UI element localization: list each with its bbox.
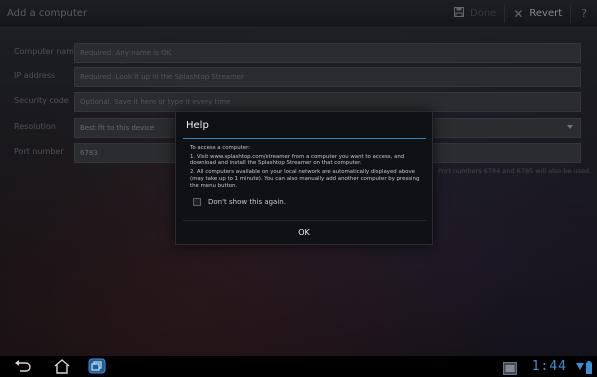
dialog-title-divider <box>183 138 426 139</box>
clock: 1:44 <box>531 359 567 374</box>
recent-apps-icon[interactable] <box>88 358 106 377</box>
dialog-step-1: 1. Visit www.splashtop.com/streamer from… <box>190 153 405 167</box>
dont-show-again-checkbox[interactable]: Don't show this again. <box>193 198 286 206</box>
dialog-intro: To access a computer: <box>190 145 251 151</box>
dialog-title: Help <box>186 120 209 131</box>
help-dialog: Help To access a computer: 1. Visit www.… <box>175 111 433 245</box>
ok-button[interactable]: OK <box>176 221 432 245</box>
dialog-step-2: 2. All computers available on your local… <box>190 169 420 189</box>
battery-icon <box>586 359 592 377</box>
notification-icon[interactable] <box>503 360 517 377</box>
home-icon[interactable] <box>53 359 71 377</box>
back-icon[interactable] <box>14 359 32 377</box>
checkbox-box[interactable] <box>193 198 201 206</box>
system-bar: 1:44 <box>0 356 597 377</box>
dialog-message: To access a computer: 1. Visit www.splas… <box>190 145 426 191</box>
wifi-icon <box>576 360 584 377</box>
checkbox-label: Don't show this again. <box>208 198 286 206</box>
